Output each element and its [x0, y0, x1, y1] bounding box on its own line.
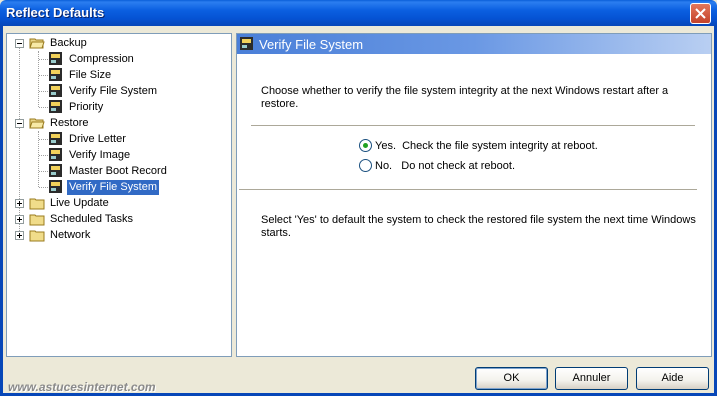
- watermark: www.astucesinternet.com: [8, 380, 156, 394]
- option-no[interactable]: No. Do not check at reboot.: [359, 159, 515, 172]
- expander-network[interactable]: [15, 231, 24, 240]
- title-bar: Reflect Defaults: [0, 0, 717, 26]
- divider: [239, 189, 697, 191]
- folder-open-icon: [29, 38, 45, 49]
- settings-page-icon: [49, 84, 62, 97]
- tree-item-scheduled-tasks[interactable]: Scheduled Tasks: [48, 212, 135, 227]
- panel-description: Choose whether to verify the file system…: [261, 85, 669, 110]
- panel-title: Verify File System: [259, 37, 364, 52]
- tree-item-drive-letter[interactable]: Drive Letter: [67, 132, 128, 147]
- folder-icon: [29, 230, 45, 242]
- tree-item-master-boot-record[interactable]: Master Boot Record: [67, 164, 169, 179]
- panel-header: Verify File System: [237, 34, 711, 54]
- settings-page-icon: [49, 132, 62, 145]
- settings-page-icon: [49, 148, 62, 161]
- expander-live-update[interactable]: [15, 199, 24, 208]
- tree-item-priority[interactable]: Priority: [67, 100, 105, 115]
- settings-page-icon: [49, 68, 62, 81]
- folder-icon: [29, 198, 45, 210]
- settings-tree[interactable]: Backup Compression File Size Verify File…: [6, 33, 232, 357]
- expander-scheduled-tasks[interactable]: [15, 215, 24, 224]
- tree-item-live-update[interactable]: Live Update: [48, 196, 111, 211]
- window-title: Reflect Defaults: [6, 5, 105, 20]
- tree-item-backup[interactable]: Backup: [48, 36, 89, 51]
- radio-yes[interactable]: [359, 139, 372, 152]
- tree-item-network[interactable]: Network: [48, 228, 92, 243]
- option-yes[interactable]: Yes. Check the file system integrity at …: [359, 139, 598, 152]
- radio-no[interactable]: [359, 159, 372, 172]
- tree-item-backup-verify-file-system[interactable]: Verify File System: [67, 84, 159, 99]
- close-button[interactable]: [690, 3, 711, 24]
- settings-page-icon: [49, 100, 62, 113]
- tree-item-restore[interactable]: Restore: [48, 116, 91, 131]
- settings-page-icon: [49, 180, 62, 193]
- tree-item-compression[interactable]: Compression: [67, 52, 136, 67]
- tree-item-verify-image[interactable]: Verify Image: [67, 148, 132, 163]
- help-button[interactable]: Aide: [636, 367, 709, 390]
- expander-restore[interactable]: [15, 119, 24, 128]
- settings-panel: Verify File System Choose whether to ver…: [236, 33, 712, 357]
- option-yes-label: Yes. Check the file system integrity at …: [375, 139, 598, 152]
- ok-button[interactable]: OK: [475, 367, 548, 390]
- cancel-button[interactable]: Annuler: [555, 367, 628, 390]
- settings-page-icon: [49, 164, 62, 177]
- settings-page-icon: [240, 37, 253, 50]
- divider: [251, 125, 695, 127]
- tree-item-restore-verify-file-system[interactable]: Verify File System: [67, 180, 160, 195]
- expander-backup[interactable]: [15, 39, 24, 48]
- close-icon: [695, 8, 706, 19]
- tree-item-file-size[interactable]: File Size: [67, 68, 113, 83]
- panel-help-text: Select 'Yes' to default the system to ch…: [261, 214, 696, 239]
- settings-page-icon: [49, 52, 62, 65]
- folder-icon: [29, 214, 45, 226]
- option-no-label: No. Do not check at reboot.: [375, 159, 516, 172]
- folder-open-icon: [29, 118, 45, 129]
